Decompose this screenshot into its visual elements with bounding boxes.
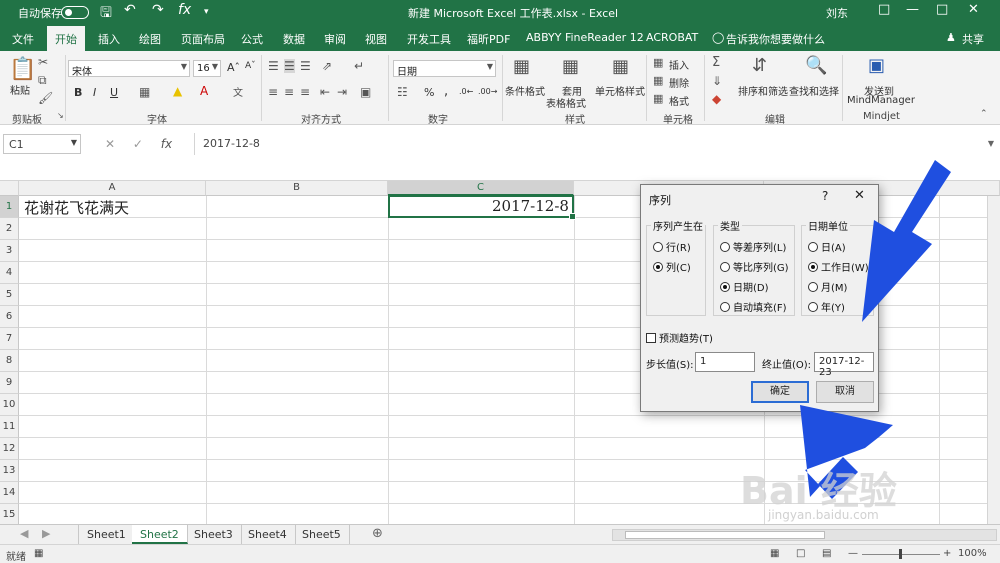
sheet-tab-sheet2[interactable]: Sheet2 xyxy=(132,525,188,544)
arrow-to-stop-value xyxy=(862,160,951,322)
macro-record-icon[interactable]: ▦ xyxy=(34,548,43,559)
status-bar: 就绪 ▦ ▦ □ ▤ — + 100% xyxy=(0,544,1000,563)
zoom-level[interactable]: 100% xyxy=(958,548,987,559)
ready-status: 就绪 xyxy=(6,552,26,563)
add-sheet-icon[interactable]: ⊕ xyxy=(372,526,383,541)
page-layout-view-icon[interactable]: □ xyxy=(796,548,805,559)
scroll-left-icon[interactable]: ◀ xyxy=(20,527,28,540)
baidu-watermark-url: jingyan.baidu.com xyxy=(768,508,879,522)
sheet-tab-sheet5[interactable]: Sheet5 xyxy=(294,525,350,544)
zoom-in-icon[interactable]: + xyxy=(943,548,951,559)
scroll-right-icon[interactable]: ▶ xyxy=(42,527,50,540)
page-break-view-icon[interactable]: ▤ xyxy=(822,548,831,559)
horizontal-scrollbar[interactable] xyxy=(612,529,997,541)
sheet-tab-sheet4[interactable]: Sheet4 xyxy=(240,525,296,544)
zoom-out-icon[interactable]: — xyxy=(848,548,858,559)
sheet-tab-sheet1[interactable]: Sheet1 xyxy=(78,525,135,544)
baidu-watermark-logo: Bai 经验 xyxy=(740,469,897,513)
sheet-tab-sheet3[interactable]: Sheet3 xyxy=(186,525,242,544)
normal-view-icon[interactable]: ▦ xyxy=(770,548,779,559)
zoom-slider-thumb[interactable] xyxy=(899,549,902,559)
sheet-tab-bar: ◀ ▶ Sheet1 Sheet2 Sheet3 Sheet4 Sheet5 ⊕ xyxy=(0,524,1000,544)
